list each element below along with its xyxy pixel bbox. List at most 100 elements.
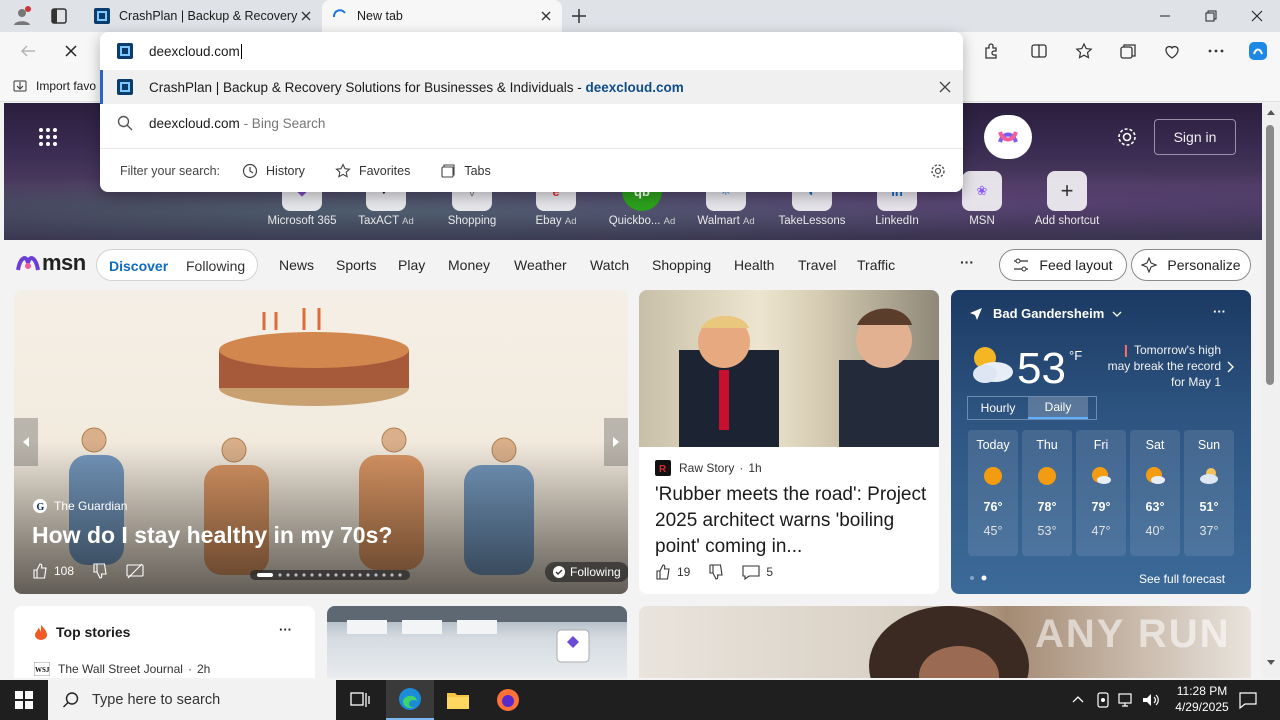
filter-history[interactable]: History — [242, 163, 305, 179]
top-stories-more-icon[interactable]: ··· — [279, 622, 292, 637]
thumbs-up-icon[interactable] — [655, 564, 671, 580]
tab-daily[interactable]: Daily — [1028, 397, 1088, 419]
settings-more-icon[interactable] — [1200, 35, 1232, 67]
shortcut-add[interactable]: + Add shortcut — [1025, 171, 1109, 227]
suggestion-site[interactable]: CrashPlan | Backup & Recovery Solutions … — [100, 70, 963, 104]
scroll-up-icon[interactable] — [1267, 109, 1275, 115]
taskbar-firefox[interactable] — [484, 680, 532, 720]
system-clock[interactable]: 11:28 PM 4/29/2025 — [1168, 683, 1236, 715]
top-story-source[interactable]: WSJ The Wall Street Journal · 2h — [34, 662, 210, 676]
weather-location[interactable]: Bad Gandersheim — [969, 306, 1122, 321]
network-icon[interactable] — [1118, 692, 1136, 708]
address-bar[interactable]: deexcloud.com — [100, 32, 963, 70]
nav-health[interactable]: Health — [734, 257, 774, 273]
weather-alert[interactable]: ❙ Tomorrow's high may break the record f… — [1103, 342, 1221, 390]
weather-card[interactable]: Bad Gandersheim ··· 53 °F ❙ Tomorrow's h… — [951, 290, 1251, 594]
forecast-day[interactable]: Today 76° 45° — [968, 430, 1018, 556]
nav-watch[interactable]: Watch — [590, 257, 629, 273]
favorites-star-icon[interactable] — [1068, 35, 1100, 67]
forecast-day[interactable]: Sat 63° 40° — [1130, 430, 1180, 556]
import-favorites-link[interactable]: Import favo — [12, 78, 96, 94]
garage-image-card[interactable] — [327, 606, 627, 678]
comment-icon[interactable] — [742, 564, 760, 580]
feature-story-card[interactable]: G The Guardian How do I stay healthy in … — [14, 290, 628, 594]
chevron-up-icon[interactable] — [1072, 695, 1084, 703]
hide-story-icon[interactable] — [126, 563, 144, 579]
taskbar-file-explorer[interactable] — [434, 680, 482, 720]
collections-icon[interactable] — [1112, 35, 1144, 67]
msn-logo[interactable]: msn — [16, 250, 86, 276]
tab-crashplan[interactable]: CrashPlan | Backup & Recovery S — [84, 0, 322, 32]
personalize-button[interactable]: Personalize — [1131, 249, 1251, 281]
back-arrow-icon[interactable] — [12, 35, 44, 67]
start-button[interactable] — [0, 680, 48, 720]
nav-weather[interactable]: Weather — [514, 257, 567, 273]
nav-travel[interactable]: Travel — [798, 257, 836, 273]
forecast-day[interactable]: Fri 79° 47° — [1076, 430, 1126, 556]
forecast-day[interactable]: Thu 78° 53° — [1022, 430, 1072, 556]
taskbar-edge[interactable] — [386, 680, 434, 720]
restore-button[interactable] — [1188, 0, 1234, 32]
more-nav-icon[interactable]: ··· — [960, 254, 974, 270]
tab-discover[interactable]: Discover — [109, 258, 168, 274]
sign-in-button[interactable]: Sign in — [1154, 119, 1236, 155]
story-title[interactable]: How do I stay healthy in my 70s? — [32, 522, 392, 549]
thumbs-down-icon[interactable] — [92, 563, 108, 579]
extensions-icon[interactable] — [975, 35, 1007, 67]
chevron-right-icon[interactable] — [1227, 361, 1235, 373]
close-window-button[interactable] — [1234, 0, 1280, 32]
following-badge[interactable]: Following — [545, 562, 628, 582]
tab-hourly[interactable]: Hourly — [968, 397, 1028, 419]
tab-actions-icon[interactable] — [50, 7, 68, 25]
news-card[interactable]: R Raw Story · 1h 'Rubber meets the road': … — [639, 290, 939, 594]
search-settings-gear-icon[interactable] — [930, 163, 946, 179]
close-tab-icon[interactable] — [298, 8, 314, 24]
feed-layout-button[interactable]: Feed layout — [999, 249, 1127, 281]
clock-date: 4/29/2025 — [1175, 700, 1229, 714]
device-icon[interactable] — [1096, 692, 1110, 708]
task-view-button[interactable] — [336, 680, 384, 720]
tab-following[interactable]: Following — [186, 258, 245, 274]
scroll-down-icon[interactable] — [1267, 660, 1275, 666]
carousel-next-button[interactable] — [604, 418, 628, 466]
split-screen-icon[interactable] — [1023, 35, 1055, 67]
scrollbar-thumb[interactable] — [1266, 125, 1274, 385]
suggestion-separator: - — [573, 79, 586, 95]
app-launcher-icon[interactable] — [38, 127, 58, 147]
news-headline[interactable]: 'Rubber meets the road': Project 2025 ar… — [655, 482, 927, 560]
nav-traffic[interactable]: Traffic — [857, 257, 895, 273]
taskbar-search-box[interactable]: Type here to search — [48, 680, 336, 720]
page-settings-gear-icon[interactable] — [1116, 126, 1138, 148]
current-temperature: 53 — [1017, 344, 1066, 393]
weather-more-icon[interactable]: ··· — [1213, 304, 1226, 319]
nav-sports[interactable]: Sports — [336, 257, 376, 273]
stop-loading-icon[interactable] — [55, 35, 87, 67]
remove-suggestion-icon[interactable] — [938, 80, 952, 94]
tab-new-tab[interactable]: New tab — [322, 0, 562, 32]
carousel-dots[interactable] — [250, 570, 410, 580]
nav-money[interactable]: Money — [448, 257, 490, 273]
nav-shopping[interactable]: Shopping — [652, 257, 711, 273]
address-input-value[interactable]: deexcloud.com — [149, 44, 240, 59]
copilot-search-icon[interactable] — [984, 115, 1032, 159]
nav-play[interactable]: Play — [398, 257, 425, 273]
carousel-prev-button[interactable] — [14, 418, 38, 466]
thumbs-up-icon[interactable] — [32, 563, 48, 579]
filter-favorites[interactable]: Favorites — [335, 162, 410, 179]
suggestion-search[interactable]: deexcloud.com - Bing Search — [100, 106, 963, 140]
thumbs-down-icon[interactable] — [708, 564, 724, 580]
copilot-icon[interactable] — [1242, 35, 1274, 67]
minimize-button[interactable] — [1142, 0, 1188, 32]
weather-page-dots[interactable] — [969, 575, 991, 581]
forecast-day[interactable]: Sun 51° 37° — [1184, 430, 1234, 556]
browser-essentials-icon[interactable] — [1156, 35, 1188, 67]
page-scrollbar[interactable] — [1262, 103, 1280, 678]
volume-icon[interactable] — [1142, 692, 1160, 708]
new-tab-plus-icon[interactable] — [570, 7, 588, 25]
see-full-forecast-link[interactable]: See full forecast — [1139, 572, 1225, 586]
nav-news[interactable]: News — [279, 257, 314, 273]
notifications-icon[interactable] — [1239, 691, 1257, 709]
close-tab-icon[interactable] — [538, 8, 554, 24]
profile-icon[interactable] — [12, 6, 32, 26]
filter-tabs[interactable]: Tabs — [440, 163, 491, 179]
